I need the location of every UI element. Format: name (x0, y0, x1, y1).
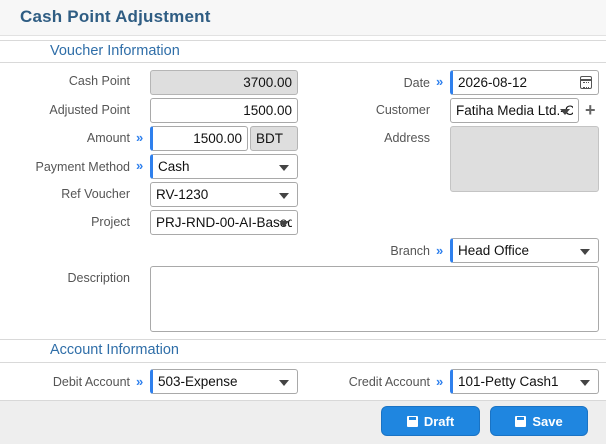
floppy-disk-icon (515, 416, 527, 427)
payment-method-value: Cash (158, 159, 190, 174)
section-divider (0, 339, 606, 340)
required-marker-icon: » (136, 130, 144, 145)
caret-down-icon (279, 221, 289, 227)
floppy-disk-icon (406, 416, 418, 427)
credit-account-select[interactable]: 101-Petty Cash1 (450, 369, 599, 394)
debit-account-select[interactable]: 503-Expense (150, 369, 298, 394)
caret-down-icon (279, 165, 289, 171)
description-label: Description (67, 271, 130, 285)
date-field[interactable]: 2026-08-12 (450, 70, 599, 95)
calendar-icon[interactable] (580, 76, 592, 89)
draft-button-label: Draft (423, 414, 455, 429)
adjusted-point-field[interactable]: 1500.00 (150, 98, 298, 123)
credit-account-value: 101-Petty Cash1 (458, 374, 559, 389)
caret-down-icon (580, 249, 590, 255)
payment-method-select[interactable]: Cash (150, 154, 298, 179)
branch-select[interactable]: Head Office (450, 238, 599, 263)
cash-point-label: Cash Point (68, 74, 130, 88)
caret-down-icon (279, 193, 289, 199)
date-value: 2026-08-12 (458, 75, 528, 90)
voucher-section-title: Voucher Information (50, 43, 180, 59)
save-button-label: Save (532, 414, 563, 429)
adjusted-point-label: Adjusted Point (49, 103, 130, 117)
project-select[interactable]: PRJ-RND-00-AI-Based (150, 210, 298, 235)
caret-down-icon (279, 380, 289, 386)
save-button[interactable]: Save (490, 406, 588, 436)
ref-voucher-value: RV-1230 (156, 187, 209, 202)
page-header: Cash Point Adjustment (0, 0, 606, 36)
customer-value: Fatiha Media Ltd.-C (456, 103, 573, 118)
ref-voucher-label: Ref Voucher (61, 187, 130, 201)
required-marker-icon: » (436, 243, 444, 258)
cash-point-field: 3700.00 (150, 70, 298, 95)
customer-label: Customer (375, 103, 430, 117)
address-label: Address (384, 131, 430, 145)
section-divider (0, 362, 606, 363)
project-value: PRJ-RND-00-AI-Based (156, 215, 292, 230)
description-textarea[interactable] (150, 266, 599, 332)
project-label: Project (91, 215, 130, 229)
ref-voucher-select[interactable]: RV-1230 (150, 182, 298, 207)
add-customer-plus-icon[interactable]: + (585, 101, 596, 119)
address-field (450, 126, 599, 192)
caret-down-icon (560, 109, 570, 115)
credit-account-label: Credit Account (348, 375, 430, 389)
section-divider (0, 40, 606, 41)
customer-select[interactable]: Fatiha Media Ltd.-C (450, 98, 579, 123)
amount-label: Amount (86, 131, 130, 145)
payment-method-label: Payment Method (35, 160, 131, 174)
required-marker-icon: » (436, 74, 444, 89)
required-marker-icon: » (436, 374, 444, 389)
section-divider (0, 62, 606, 63)
required-marker-icon: » (136, 374, 144, 389)
amount-field[interactable]: 1500.00 (150, 126, 248, 151)
required-marker-icon: » (136, 158, 144, 173)
account-section-title: Account Information (50, 342, 179, 358)
branch-value: Head Office (458, 243, 530, 258)
debit-account-label: Debit Account (52, 375, 130, 389)
page-title: Cash Point Adjustment (20, 7, 211, 26)
debit-account-value: 503-Expense (158, 374, 238, 389)
date-label: Date (403, 76, 430, 90)
draft-button[interactable]: Draft (381, 406, 480, 436)
currency-field: BDT (250, 126, 298, 151)
branch-label: Branch (390, 244, 430, 258)
caret-down-icon (580, 380, 590, 386)
